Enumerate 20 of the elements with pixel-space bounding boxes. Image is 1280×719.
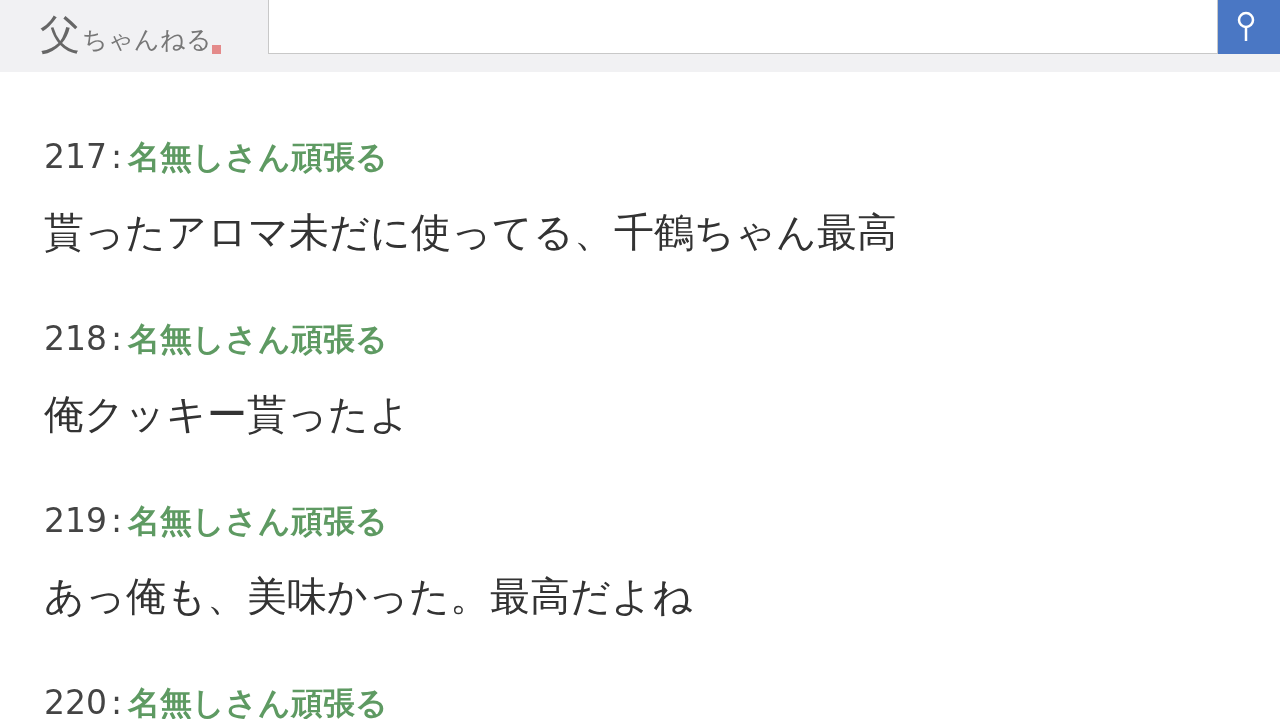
poster-name: 名無しさん頑張る bbox=[128, 319, 389, 360]
separator: : bbox=[111, 136, 123, 178]
search-button[interactable] bbox=[1218, 0, 1280, 54]
logo-text: ちゃんねる bbox=[82, 24, 212, 56]
poster-name: 名無しさん頑張る bbox=[128, 137, 389, 178]
post-number: 218 bbox=[44, 318, 107, 360]
seal-icon bbox=[212, 45, 221, 54]
post-text: 貰ったアロマ未だに使ってる、千鶴ちゃん最高 bbox=[44, 208, 898, 257]
search-icon bbox=[1236, 11, 1256, 43]
post-text: あっ俺も、美味かった。最高だよね bbox=[44, 572, 694, 621]
post-number: 217 bbox=[44, 136, 107, 178]
poster-name: 名無しさん頑張る bbox=[128, 501, 389, 542]
separator: : bbox=[111, 318, 123, 360]
post-number: 219 bbox=[44, 500, 107, 542]
post-text: 俺クッキー貰ったよ bbox=[44, 390, 411, 439]
separator: : bbox=[111, 682, 123, 719]
search-field[interactable] bbox=[268, 0, 1218, 54]
logo-text: 父 bbox=[40, 12, 80, 56]
post-number: 220 bbox=[44, 682, 107, 719]
separator: : bbox=[111, 500, 123, 542]
